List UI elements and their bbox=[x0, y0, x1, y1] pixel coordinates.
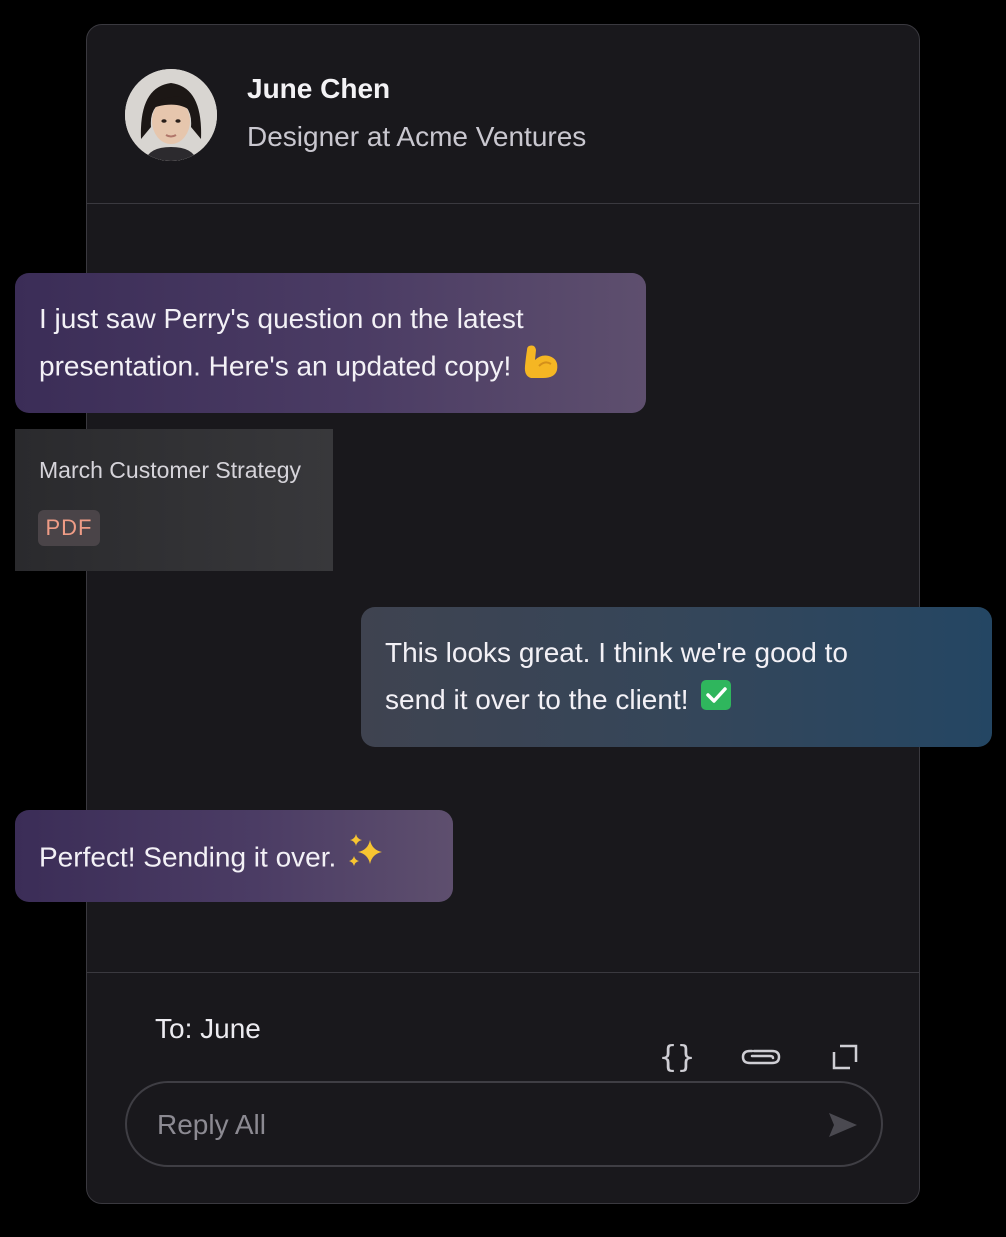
message-text-line: Perfect! Sending it over. bbox=[39, 832, 429, 886]
message-text-line: I just saw Perry's question on the lates… bbox=[39, 303, 524, 334]
chat-header: June Chen Designer at Acme Ventures bbox=[87, 25, 919, 204]
recipient-label: To: June bbox=[155, 1013, 261, 1044]
message-text-line: send it over to the client! bbox=[385, 676, 968, 726]
svg-text:{}: {} bbox=[659, 1040, 695, 1074]
message-text-line: presentation. Here's an updated copy! bbox=[39, 342, 622, 394]
sparkles-icon bbox=[346, 832, 386, 886]
avatar[interactable] bbox=[125, 69, 217, 161]
contact-role: Designer at Acme Ventures bbox=[247, 121, 587, 152]
expand-icon[interactable] bbox=[823, 1035, 867, 1079]
code-braces-icon[interactable]: {} bbox=[655, 1035, 699, 1079]
avatar-portrait bbox=[125, 69, 217, 161]
flexed-biceps-icon bbox=[521, 342, 561, 394]
attachment-filename: March Customer Strategy bbox=[39, 457, 302, 483]
send-icon[interactable] bbox=[823, 1105, 863, 1145]
message-text-line: This looks great. I think we're good to bbox=[385, 637, 848, 668]
file-type-badge: PDF bbox=[38, 510, 100, 546]
paperclip-icon[interactable] bbox=[739, 1035, 783, 1079]
composer-divider bbox=[87, 972, 919, 973]
message-bubble-incoming[interactable]: Perfect! Sending it over. bbox=[15, 810, 453, 902]
message-bubble-incoming[interactable]: I just saw Perry's question on the lates… bbox=[15, 273, 646, 413]
contact-name: June Chen bbox=[247, 73, 391, 104]
file-attachment[interactable]: March Customer Strategy PDF bbox=[15, 429, 333, 571]
reply-box bbox=[125, 1081, 883, 1167]
reply-input[interactable] bbox=[155, 1101, 799, 1149]
message-bubble-outgoing[interactable]: This looks great. I think we're good to … bbox=[361, 607, 992, 747]
check-mark-button-icon bbox=[699, 678, 733, 726]
